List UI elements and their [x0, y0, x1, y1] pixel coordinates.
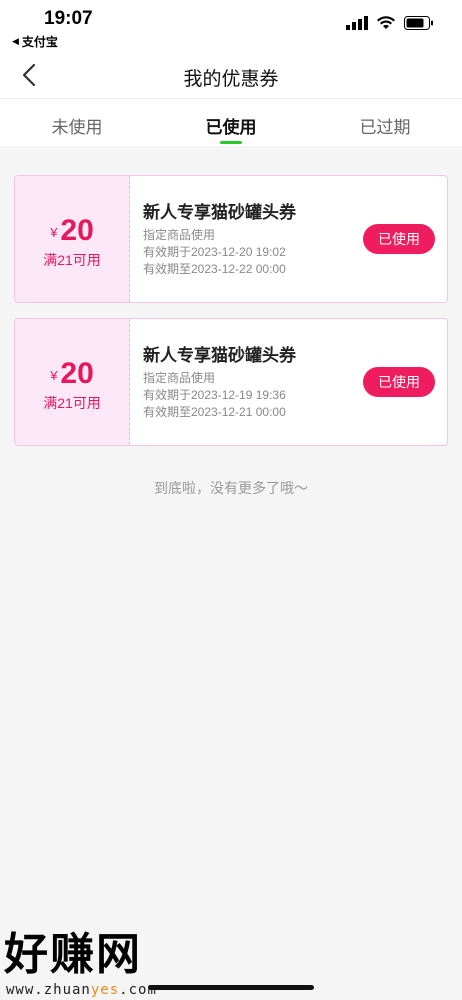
- coupon-condition: 满21可用: [43, 252, 101, 268]
- status-time: 19:07: [44, 8, 93, 29]
- home-indicator[interactable]: [148, 985, 314, 990]
- watermark: 好赚网 www.zhuanyes.com: [4, 918, 204, 998]
- nav-bar: 我的优惠券: [0, 52, 462, 98]
- back-to-app-link[interactable]: ◀ 支付宝: [12, 33, 58, 50]
- coupon-valid-to: 有效期至2023-12-22 00:00: [143, 262, 286, 276]
- coupon-scope: 指定商品使用: [143, 228, 216, 242]
- coupon-card[interactable]: ¥20 满21可用 新人专享猫砂罐头券 指定商品使用 有效期于2023-12-2…: [14, 175, 448, 303]
- coupon-amount: ¥20: [15, 357, 129, 391]
- coupon-valid-from: 有效期于2023-12-19 19:36: [143, 388, 286, 402]
- tab-expired[interactable]: 已过期: [325, 113, 445, 138]
- wifi-icon: [377, 16, 395, 29]
- watermark-url-highlight: yes: [90, 982, 120, 998]
- coupon-condition: 满21可用: [43, 395, 101, 411]
- coupon-valid-from: 有效期于2023-12-20 19:02: [143, 245, 286, 259]
- coupon-valid-to: 有效期至2023-12-21 00:00: [143, 405, 286, 419]
- tab-unused[interactable]: 未使用: [17, 113, 137, 138]
- coupon-value-panel: ¥20 满21可用: [15, 319, 130, 445]
- end-of-list-text: 到底啦，没有更多了哦～: [154, 480, 308, 496]
- coupon-value-panel: ¥20 满21可用: [15, 176, 130, 302]
- watermark-logo-text: 好赚网: [4, 929, 142, 980]
- coupon-status-button[interactable]: 已使用: [363, 367, 435, 397]
- tab-bar: 未使用 已使用 已过期: [0, 98, 462, 146]
- coupon-scope: 指定商品使用: [143, 371, 216, 385]
- currency-symbol: ¥: [50, 225, 58, 240]
- battery-icon: [404, 16, 433, 30]
- back-triangle-icon: ◀: [12, 36, 19, 46]
- coupon-amount-value: 20: [60, 214, 94, 247]
- status-bar: 19:07 ◀ 支付宝: [0, 0, 462, 52]
- coupon-status-button[interactable]: 已使用: [363, 224, 435, 254]
- tab-used[interactable]: 已使用: [171, 113, 291, 138]
- coupon-amount: ¥20: [15, 214, 129, 248]
- watermark-url-prefix: www.zhuan: [6, 982, 91, 998]
- active-tab-indicator: [220, 141, 242, 144]
- currency-symbol: ¥: [50, 368, 58, 383]
- signal-icon: [346, 16, 368, 30]
- back-app-label: 支付宝: [21, 35, 58, 49]
- coupon-title: 新人专享猫砂罐头券: [143, 203, 296, 222]
- coupon-amount-value: 20: [60, 357, 94, 390]
- status-icons: [346, 16, 434, 30]
- page-title: 我的优惠券: [183, 69, 279, 90]
- coupon-card[interactable]: ¥20 满21可用 新人专享猫砂罐头券 指定商品使用 有效期于2023-12-1…: [14, 318, 448, 446]
- coupon-title: 新人专享猫砂罐头券: [143, 346, 296, 365]
